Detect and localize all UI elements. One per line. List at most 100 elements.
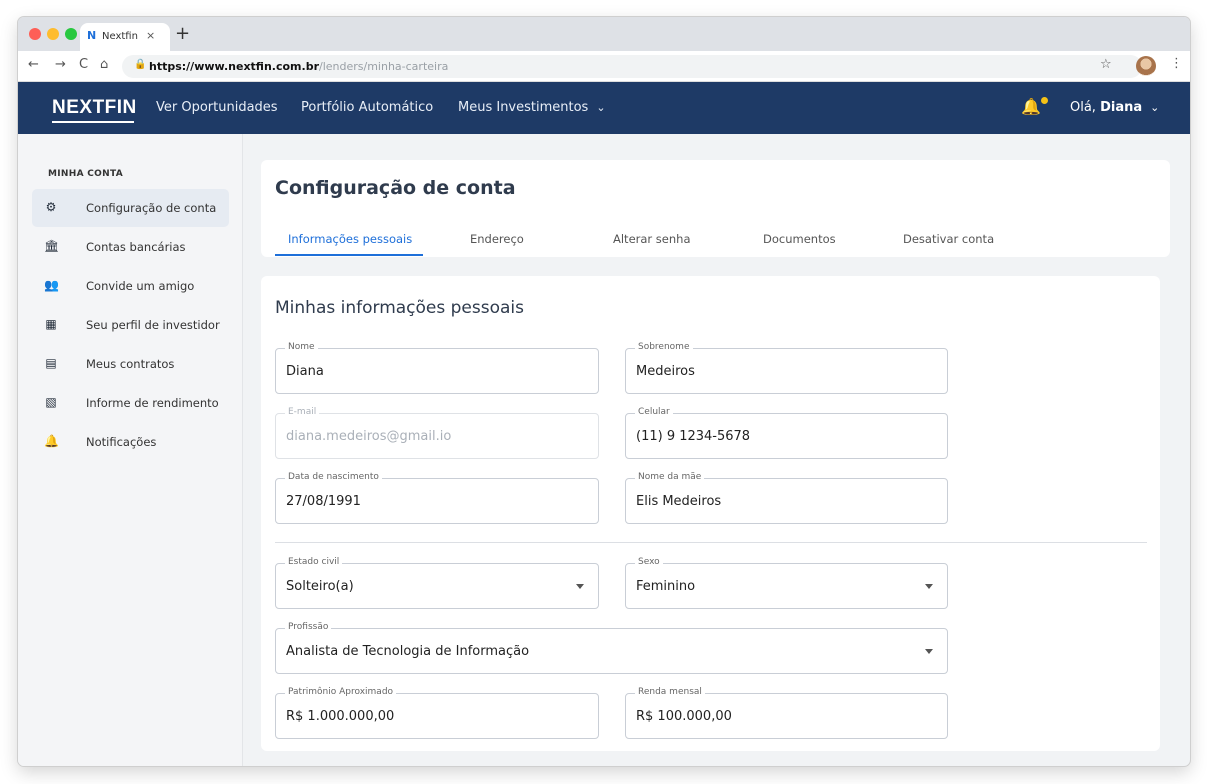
sidebar-item-label: Informe de rendimento (86, 396, 219, 410)
page-title: Configuração de conta (275, 177, 516, 199)
url-host: https://www.nextfin.com.br (149, 60, 319, 73)
nav-meus-investimentos[interactable]: Meus Investimentos ⌄ (458, 100, 606, 115)
field-value: 27/08/1991 (286, 494, 361, 509)
browser-tab[interactable]: N Nextfin × (80, 23, 170, 51)
nav-ver-oportunidades[interactable]: Ver Oportunidades (156, 100, 278, 115)
url-input[interactable]: 🔒 https://www.nextfin.com.br/lenders/min… (122, 55, 1142, 78)
sidebar-item-meus-contratos[interactable]: ▤ Meus contratos (32, 345, 229, 383)
sidebar-item-label: Notificações (86, 435, 157, 449)
lock-icon: 🔒 (134, 59, 147, 70)
tab-documentos[interactable]: Documentos (763, 232, 836, 246)
field-label: Data de nascimento (285, 472, 382, 482)
minimize-window-button[interactable] (47, 28, 59, 40)
dropdown-caret-icon (925, 649, 933, 654)
close-window-button[interactable] (29, 28, 41, 40)
sidebar-item-contas-bancarias[interactable]: 🏛 Contas bancárias (32, 228, 229, 266)
bank-icon: 🏛 (44, 239, 60, 253)
tab-endereco[interactable]: Endereço (470, 232, 524, 246)
user-chevron-down-icon: ⌄ (1150, 101, 1160, 114)
id-card-icon: ▦ (45, 317, 57, 331)
field-value: Solteiro(a) (286, 579, 354, 594)
sidebar-heading: MINHA CONTA (48, 169, 123, 179)
tab-informacoes-pessoais[interactable]: Informações pessoais (288, 232, 412, 246)
browser-profile-avatar[interactable] (1136, 56, 1156, 76)
new-tab-button[interactable]: + (175, 23, 190, 44)
sidebar-item-notificacoes[interactable]: 🔔 Notificações (32, 423, 229, 461)
brand-underline (52, 121, 134, 123)
back-arrow-icon[interactable]: ← (28, 57, 39, 72)
greeting-text: Olá, (1070, 100, 1096, 115)
sidebar-item-convide-amigo[interactable]: 👥 Convide um amigo (32, 267, 229, 305)
gears-icon: ⚙ (45, 200, 57, 214)
celular-field[interactable]: Celular (11) 9 1234-5678 (625, 407, 948, 459)
field-value: diana.medeiros@gmail.io (286, 429, 452, 444)
tab-title: Nextfin (102, 31, 138, 42)
maximize-window-button[interactable] (65, 28, 77, 40)
tab-alterar-senha[interactable]: Alterar senha (613, 232, 691, 246)
patrimonio-field[interactable]: Patrimônio Aproximado R$ 1.000.000,00 (275, 687, 599, 739)
renda-mensal-field[interactable]: Renda mensal R$ 100.000,00 (625, 687, 948, 739)
field-label: Nome da mãe (635, 472, 705, 482)
home-icon[interactable]: ⌂ (100, 57, 108, 72)
forward-arrow-icon[interactable]: → (55, 57, 66, 72)
field-label: Celular (635, 407, 673, 417)
close-tab-icon[interactable]: × (146, 29, 155, 42)
field-value: Feminino (636, 579, 696, 594)
section-title: Minhas informações pessoais (275, 298, 524, 318)
user-menu[interactable]: Olá, Diana ⌄ (1070, 100, 1159, 115)
dropdown-caret-icon (925, 584, 933, 589)
top-navigation: NEXTFIN Ver Oportunidades Portfólio Auto… (18, 82, 1190, 134)
nav-meus-investimentos-label: Meus Investimentos (458, 100, 589, 115)
field-value: Analista de Tecnologia de Informação (286, 644, 530, 659)
field-label: Sobrenome (635, 342, 693, 352)
field-label: Sexo (635, 557, 663, 567)
sidebar-item-label: Seu perfil de investidor (86, 318, 220, 332)
sidebar-item-label: Contas bancárias (86, 240, 186, 254)
tab-strip: N Nextfin × + (18, 17, 1190, 51)
bookmark-star-icon[interactable]: ☆ (1100, 57, 1112, 72)
field-label: Patrimônio Aproximado (285, 687, 397, 697)
header-card: Configuração de conta Informações pessoa… (261, 160, 1170, 257)
sidebar-item-label: Convide um amigo (86, 279, 195, 293)
notification-bell-icon[interactable]: 🔔 (1021, 97, 1041, 116)
field-value: Elis Medeiros (636, 494, 722, 509)
user-name: Diana (1100, 100, 1143, 115)
nome-mae-field[interactable]: Nome da mãe Elis Medeiros (625, 472, 948, 524)
data-nascimento-field[interactable]: Data de nascimento 27/08/1991 (275, 472, 599, 524)
field-value: Diana (286, 364, 324, 379)
brand-logo[interactable]: NEXTFIN (52, 97, 137, 119)
sidebar-item-configuracao[interactable]: ⚙ Configuração de conta (32, 189, 229, 227)
tab-desativar-conta[interactable]: Desativar conta (903, 232, 994, 246)
sidebar-item-label: Configuração de conta (86, 201, 217, 215)
estado-civil-select[interactable]: Estado civil Solteiro(a) (275, 557, 599, 609)
reload-icon[interactable]: C (79, 57, 88, 72)
sidebar-item-perfil-investidor[interactable]: ▦ Seu perfil de investidor (32, 306, 229, 344)
sidebar: MINHA CONTA ⚙ Configuração de conta 🏛 Co… (18, 134, 243, 766)
field-value: (11) 9 1234-5678 (636, 429, 751, 444)
bell-icon: 🔔 (44, 434, 59, 448)
nome-field[interactable]: Nome Diana (275, 342, 599, 394)
field-label: E-mail (285, 407, 320, 417)
field-value: Medeiros (636, 364, 695, 379)
report-file-icon: ▧ (45, 395, 57, 409)
url-path: /lenders/minha-carteira (319, 60, 449, 73)
url-text: https://www.nextfin.com.br/lenders/minha… (149, 60, 448, 73)
browser-menu-icon[interactable]: ⋮ (1170, 56, 1183, 71)
field-label: Renda mensal (635, 687, 705, 697)
personal-info-card: Minhas informações pessoais Nome Diana S… (261, 276, 1160, 751)
users-icon: 👥 (44, 278, 59, 292)
address-bar-row: ← → C ⌂ 🔒 https://www.nextfin.com.br/len… (18, 51, 1190, 82)
profissao-select[interactable]: Profissão Analista de Tecnologia de Info… (275, 622, 948, 674)
sobrenome-field[interactable]: Sobrenome Medeiros (625, 342, 948, 394)
nav-portfolio-automatico[interactable]: Portfólio Automático (301, 100, 433, 115)
active-tab-indicator (275, 254, 423, 256)
sexo-select[interactable]: Sexo Feminino (625, 557, 948, 609)
chevron-down-icon: ⌄ (596, 101, 606, 114)
dropdown-caret-icon (576, 584, 584, 589)
field-value: R$ 100.000,00 (636, 709, 732, 724)
browser-window: N Nextfin × + ← → C ⌂ 🔒 https://www.next… (18, 17, 1190, 766)
sidebar-item-informe-rendimento[interactable]: ▧ Informe de rendimento (32, 384, 229, 422)
field-label: Estado civil (285, 557, 343, 567)
email-field: E-mail diana.medeiros@gmail.io (275, 407, 599, 459)
sidebar-item-label: Meus contratos (86, 357, 175, 371)
